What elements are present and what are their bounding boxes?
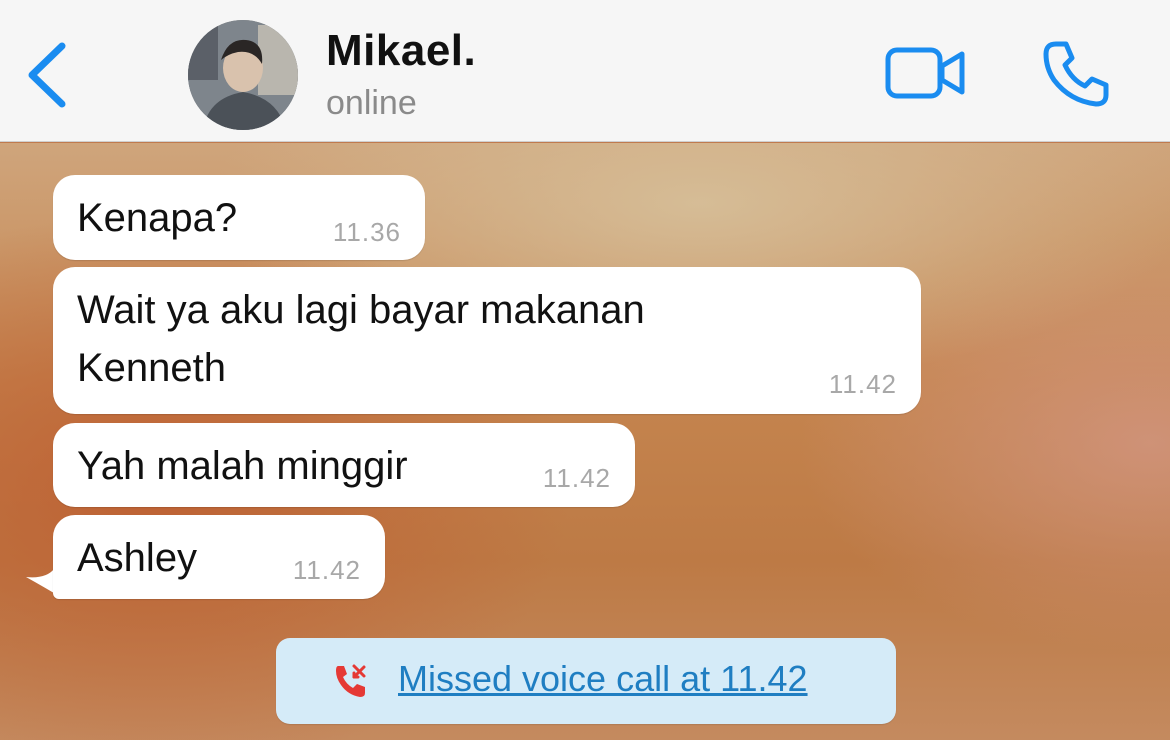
message-time: 11.36 xyxy=(332,217,401,247)
message-text: Ashley xyxy=(77,536,198,580)
avatar[interactable] xyxy=(188,20,298,130)
missed-call-notice[interactable]: Missed voice call at 11.42 xyxy=(276,638,896,724)
message-time: 11.42 xyxy=(542,463,611,493)
video-call-button[interactable] xyxy=(884,44,968,104)
missed-call-icon xyxy=(336,664,366,697)
message-bubble[interactable]: Kenapa? 11.36 xyxy=(53,175,425,260)
message-time: 11.42 xyxy=(292,555,361,585)
message-time: 11.42 xyxy=(828,369,897,399)
message-text: Wait ya aku lagi bayar makanan Kenneth xyxy=(77,288,645,390)
chat-area[interactable]: Kenapa? 11.36 Wait ya aku lagi bayar mak… xyxy=(0,143,1170,740)
message-text: Yah malah minggir xyxy=(77,444,408,488)
message-bubble[interactable]: Yah malah minggir 11.42 xyxy=(53,423,635,507)
chevron-left-icon xyxy=(28,42,66,108)
message-bubble[interactable]: Wait ya aku lagi bayar makanan Kenneth 1… xyxy=(53,267,921,414)
chat-header: Mikael. online xyxy=(0,0,1170,142)
missed-call-text[interactable]: Missed voice call at 11.42 xyxy=(398,658,808,700)
contact-name[interactable]: Mikael. xyxy=(326,26,476,76)
back-button[interactable] xyxy=(22,38,82,112)
contact-status: online xyxy=(326,84,417,122)
phone-icon xyxy=(1043,41,1109,107)
voice-call-button[interactable] xyxy=(1040,38,1112,110)
message-text: Kenapa? xyxy=(77,196,238,240)
video-camera-icon xyxy=(885,47,965,99)
message-bubble[interactable]: Ashley 11.42 xyxy=(53,515,385,599)
